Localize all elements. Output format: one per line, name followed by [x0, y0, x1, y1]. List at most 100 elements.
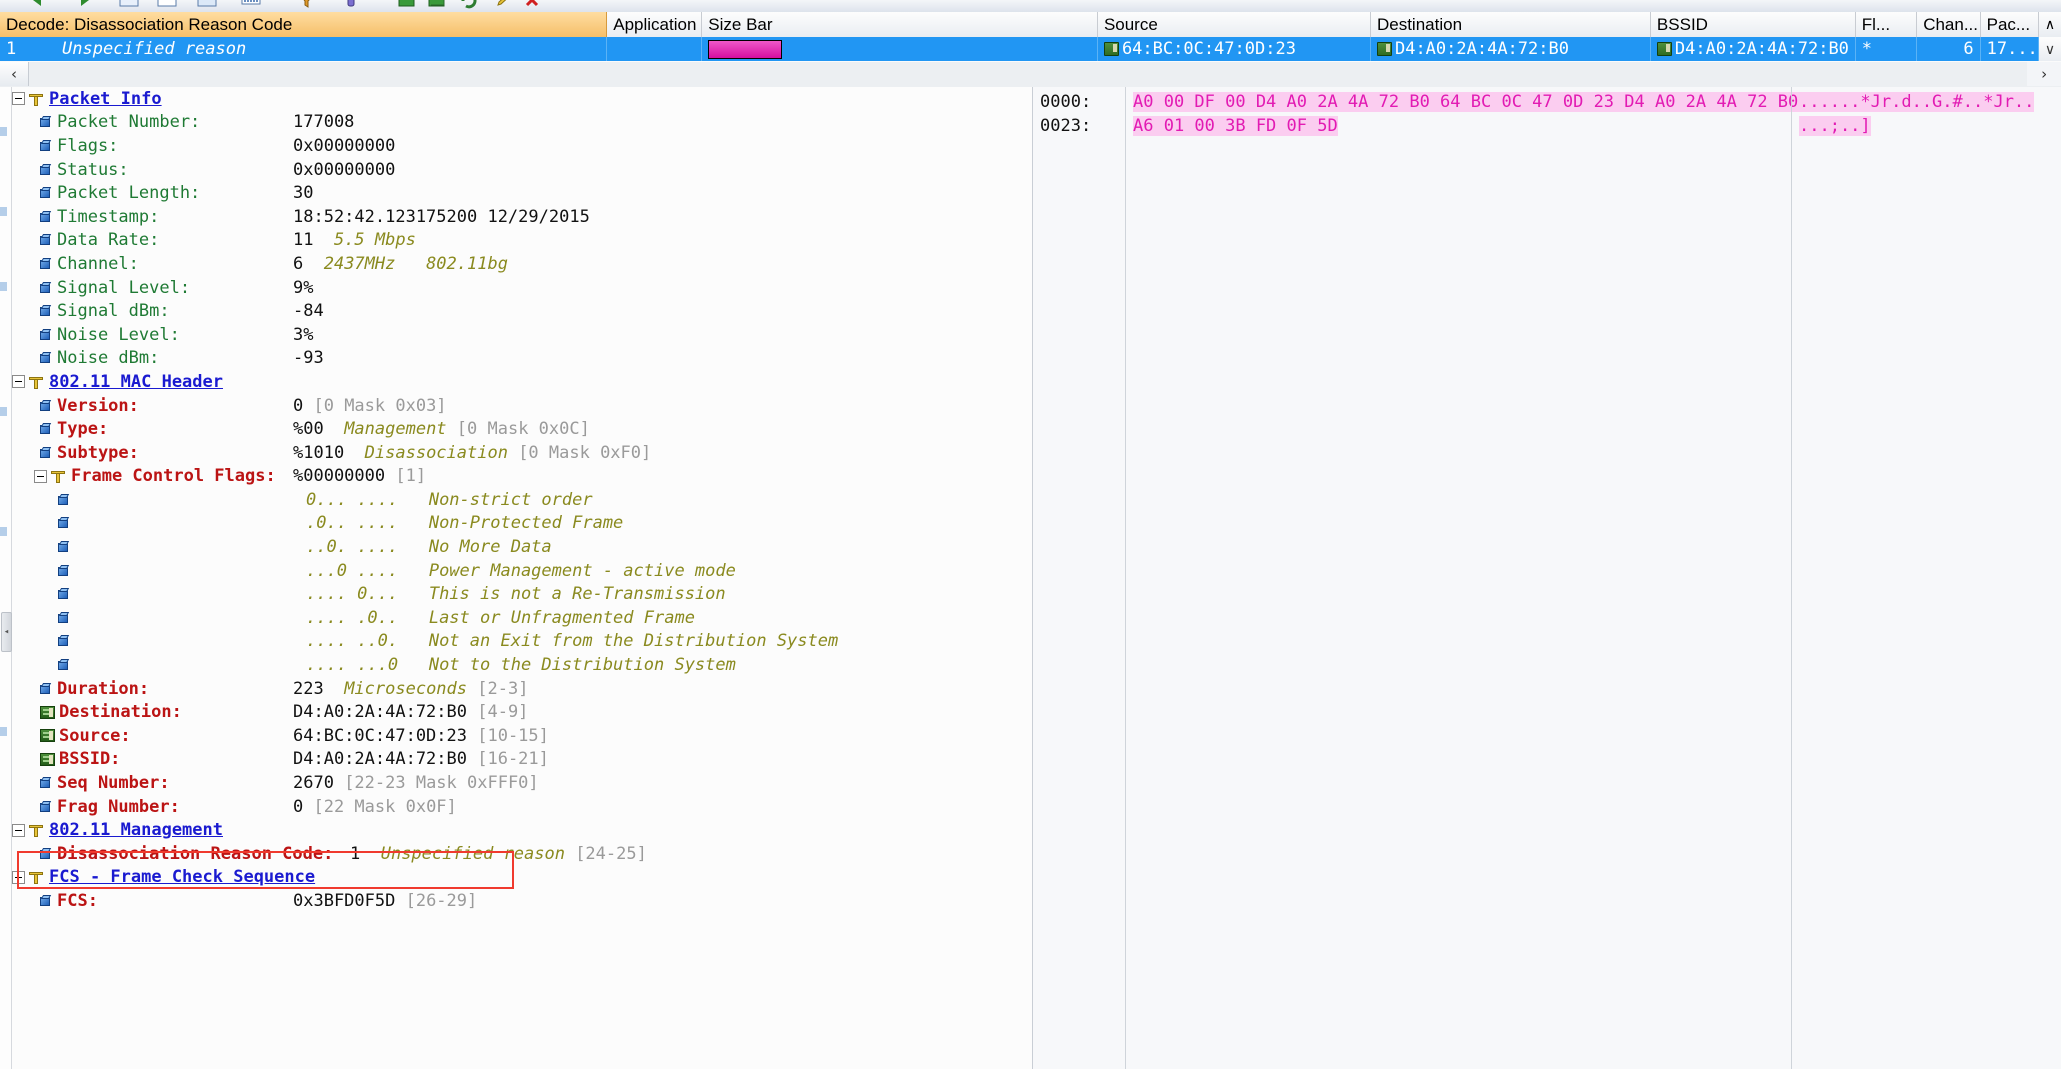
tree-row[interactable]: Type:%00 Management [0 Mask 0x0C] [12, 417, 1032, 441]
tree-row[interactable]: Noise Level:3% [12, 323, 1032, 347]
tree-row[interactable]: .... ..0. Not an Exit from the Distribut… [12, 630, 1032, 654]
scroll-down-button[interactable]: ∨ [2039, 37, 2061, 61]
tree-collapse-toggle[interactable] [12, 375, 25, 388]
packet-list-row[interactable]: 1 Unspecified reason 64:BC:0C:47:0D:23 D… [0, 37, 2061, 61]
packet-list-header: Decode: Disassociation Reason Code Appli… [0, 12, 2061, 38]
protocol-node-label[interactable]: 802.11 Management [49, 820, 223, 840]
tree-row[interactable]: Flags:0x00000000 [12, 134, 1032, 158]
tree-collapse-toggle[interactable] [12, 92, 25, 105]
tree-row[interactable]: Subtype:%1010 Disassociation [0 Mask 0xF… [12, 441, 1032, 465]
tree-row[interactable]: Data Rate:11 5.5 Mbps [12, 229, 1032, 253]
hex-ascii-row[interactable]: ......*Jr.d..G.#..*Jr.. [1799, 91, 2034, 115]
tree-row[interactable]: 0... .... Non-strict order [12, 488, 1032, 512]
left-marker [0, 727, 7, 736]
hex-bytes-highlighted: A6 01 00 3B FD 0F 5D [1133, 116, 1338, 136]
cell-size-bar[interactable] [702, 37, 1098, 61]
column-header-packet[interactable]: Pac... [1981, 12, 2039, 37]
field-byte-offset: [2-3] [467, 679, 528, 699]
scroll-up-button[interactable]: ∧ [2039, 12, 2061, 37]
back-arrow-icon[interactable] [28, 0, 50, 11]
field-value: 1 Unspecified reason [24-25] [350, 844, 647, 864]
tree-row[interactable]: ..0. .... No More Data [12, 535, 1032, 559]
field-value: 11 5.5 Mbps [293, 230, 416, 250]
tree-row[interactable]: Seq Number:2670 [22-23 Mask 0xFFF0] [12, 771, 1032, 795]
field-byte-offset: [22-23 Mask 0xFFF0] [334, 773, 539, 793]
tree-collapse-toggle[interactable] [34, 470, 47, 483]
tree-row[interactable]: .... 0... This is not a Re-Transmission [12, 582, 1032, 606]
hex-bytes-column: A0 00 DF 00 D4 A0 2A 4A 72 B0 64 BC 0C 4… [1133, 91, 1829, 138]
tree-row[interactable]: 802.11 Management [12, 818, 1032, 842]
capture-view-icon[interactable] [118, 0, 140, 11]
cell-application[interactable] [607, 37, 702, 61]
protocol-node-label[interactable]: Packet Info [49, 89, 162, 109]
field-value-primary: 0 [293, 396, 303, 416]
delete-icon[interactable] [522, 0, 544, 11]
tree-row[interactable]: Duration:223 Microseconds [2-3] [12, 677, 1032, 701]
filter-icon[interactable] [296, 0, 318, 11]
pane-splitter-handle[interactable]: ◂ [1, 612, 12, 652]
refresh-icon[interactable] [458, 0, 480, 11]
column-header-destination[interactable]: Destination [1371, 12, 1651, 37]
packets-view-icon[interactable] [156, 0, 178, 11]
tree-row[interactable]: Timestamp:18:52:42.123175200 12/29/2015 [12, 205, 1032, 229]
hex-byte-row[interactable]: A0 00 DF 00 D4 A0 2A 4A 72 B0 64 BC 0C 4… [1133, 91, 1829, 115]
tree-collapse-toggle[interactable] [12, 871, 25, 884]
tree-row[interactable]: Status:0x00000000 [12, 158, 1032, 182]
tree-row[interactable]: Channel:6 2437MHz 802.11bg [12, 252, 1032, 276]
forward-arrow-icon[interactable] [72, 0, 94, 11]
cell-packet[interactable]: 17... [1981, 37, 2039, 61]
tree-row[interactable]: .... .0.. Last or Unfragmented Frame [12, 606, 1032, 630]
export-icon[interactable] [426, 0, 448, 11]
tree-row[interactable]: Noise dBm:-93 [12, 347, 1032, 371]
tree-row[interactable]: FCS:0x3BFD0F5D [26-29] [12, 889, 1032, 913]
peer-map-view-icon[interactable] [240, 0, 262, 11]
tree-row[interactable]: .0.. .... Non-Protected Frame [12, 512, 1032, 536]
column-header-flags[interactable]: Fl... [1856, 12, 1917, 37]
tree-row[interactable]: Destination:D4:A0:2A:4A:72:B0 [4-9] [12, 700, 1032, 724]
column-header-application[interactable]: Application [607, 12, 702, 37]
column-header-size-bar[interactable]: Size Bar [702, 12, 1098, 37]
decode-tree-pane[interactable]: Packet InfoPacket Number:177008Flags:0x0… [12, 87, 1033, 1069]
hex-dump-pane[interactable]: 0000:0023: A0 00 DF 00 D4 A0 2A 4A 72 B0… [1033, 87, 2061, 1069]
protocol-node-label[interactable]: 802.11 MAC Header [49, 372, 223, 392]
nav-next-button[interactable]: › [2027, 62, 2061, 86]
tree-row[interactable]: ...0 .... Power Management - active mode [12, 559, 1032, 583]
insert-icon[interactable] [340, 0, 362, 11]
expert-view-icon[interactable] [196, 0, 218, 11]
column-header-source[interactable]: Source [1098, 12, 1371, 37]
hex-divider-1 [1125, 87, 1126, 1069]
cell-flags[interactable]: * [1856, 37, 1917, 61]
tree-row[interactable]: Packet Info [12, 87, 1032, 111]
tree-row[interactable]: 802.11 MAC Header [12, 370, 1032, 394]
cell-source[interactable]: 64:BC:0C:47:0D:23 [1098, 37, 1371, 61]
save-icon[interactable] [396, 0, 418, 11]
tree-row[interactable]: Frame Control Flags:%00000000 [1] [12, 465, 1032, 489]
cell-bssid[interactable]: D4:A0:2A:4A:72:B0 [1651, 37, 1856, 61]
cell-destination[interactable]: D4:A0:2A:4A:72:B0 [1371, 37, 1651, 61]
tree-row[interactable]: .... ...0 Not to the Distribution System [12, 653, 1032, 677]
tree-row[interactable]: Signal dBm:-84 [12, 299, 1032, 323]
column-header-channel[interactable]: Chan... [1917, 12, 1980, 37]
tree-row[interactable]: Disassociation Reason Code:1 Unspecified… [12, 842, 1032, 866]
tree-row[interactable]: Packet Length:30 [12, 181, 1032, 205]
tree-row[interactable]: BSSID:D4:A0:2A:4A:72:B0 [16-21] [12, 748, 1032, 772]
hex-ascii-highlighted: ...;..] [1799, 116, 1871, 136]
edit-icon[interactable] [494, 0, 516, 11]
tree-row[interactable]: Packet Number:177008 [12, 111, 1032, 135]
tree-row[interactable]: Signal Level:9% [12, 276, 1032, 300]
hex-ascii-row[interactable]: ...;..] [1799, 115, 2034, 139]
column-header-decode[interactable]: Decode: Disassociation Reason Code [0, 12, 607, 37]
column-header-bssid[interactable]: BSSID [1651, 12, 1856, 37]
tree-row[interactable]: Source:64:BC:0C:47:0D:23 [10-15] [12, 724, 1032, 748]
nav-prev-button[interactable]: ‹ [0, 62, 29, 86]
tree-collapse-toggle[interactable] [12, 824, 25, 837]
cell-decode[interactable]: 1 Unspecified reason [0, 37, 607, 61]
tree-row[interactable]: Frag Number:0 [22 Mask 0x0F] [12, 795, 1032, 819]
hex-byte-row[interactable]: A6 01 00 3B FD 0F 5D [1133, 115, 1829, 139]
cell-channel[interactable]: 6 [1917, 37, 1980, 61]
field-label: Status: [57, 160, 129, 180]
tree-row[interactable]: Version:0 [0 Mask 0x03] [12, 394, 1032, 418]
tree-row[interactable]: FCS - Frame Check Sequence [12, 866, 1032, 890]
network-adapter-icon [40, 706, 55, 719]
protocol-node-label[interactable]: FCS - Frame Check Sequence [49, 867, 315, 887]
